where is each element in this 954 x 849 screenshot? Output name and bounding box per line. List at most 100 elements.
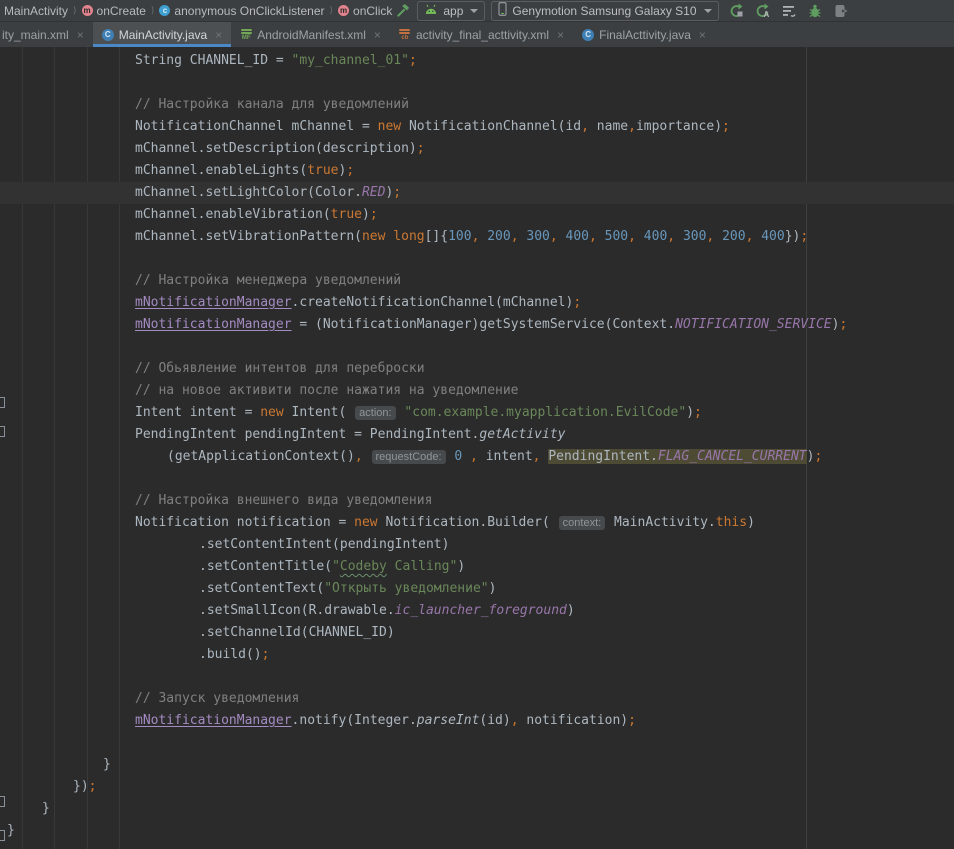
code-token: long — [393, 229, 424, 244]
code-token: .setContentText( — [199, 581, 324, 596]
code-token: new — [378, 119, 401, 134]
code-line[interactable]: NotificationChannel mChannel = new Notif… — [0, 116, 954, 138]
code-line[interactable] — [0, 72, 954, 94]
code-token: Notification notification = — [135, 515, 354, 530]
code-line[interactable]: mNotificationManager = (NotificationMana… — [0, 314, 954, 336]
code-token: mChannel.setVibrationPattern( — [135, 229, 362, 244]
build-hammer-icon[interactable] — [392, 1, 414, 21]
code-line[interactable]: } — [0, 754, 954, 776]
run-config-selector[interactable]: app — [417, 1, 485, 21]
code-token: 400 — [761, 229, 784, 244]
code-token: // Настройка канала для уведомлений — [135, 97, 409, 112]
code-token: (id) — [479, 713, 510, 728]
code-line[interactable]: // Настройка внешнего вида уведомления — [0, 490, 954, 512]
code-line[interactable]: Notification notification = new Notifica… — [0, 512, 954, 534]
code-line[interactable]: mNotificationManager.notify(Integer.pars… — [0, 710, 954, 732]
code-line[interactable] — [0, 248, 954, 270]
tab-close-icon[interactable]: × — [215, 28, 222, 42]
code-line[interactable]: .setContentIntent(pendingIntent) — [0, 534, 954, 556]
tab-close-icon[interactable]: × — [557, 28, 564, 42]
code-token: }) — [73, 779, 89, 794]
editor-tab[interactable]: CFinalActtivity.java× — [573, 22, 715, 47]
code-line[interactable]: String CHANNEL_ID = "my_channel_01"; — [0, 50, 954, 72]
code-line[interactable]: } — [0, 820, 954, 842]
code-line[interactable] — [0, 468, 954, 490]
code-token: } — [103, 757, 111, 772]
code-token: mChannel.setLightColor(Color. — [135, 185, 362, 200]
rerun-activity-icon[interactable] — [726, 1, 748, 21]
code-line[interactable]: PendingIntent pendingIntent = PendingInt… — [0, 424, 954, 446]
breadcrumb-separator-icon: ⟩ — [150, 5, 156, 16]
code-token: true — [307, 163, 338, 178]
fold-marker-icon[interactable] — [0, 397, 5, 408]
code-line[interactable] — [0, 732, 954, 754]
code-line[interactable] — [0, 666, 954, 688]
code-token: } — [7, 823, 15, 838]
code-token: .setContentIntent(pendingIntent) — [199, 537, 449, 552]
code-line[interactable]: // Настройка менеджера уведомлений — [0, 270, 954, 292]
code-line[interactable] — [0, 336, 954, 358]
debug-icon[interactable] — [804, 1, 826, 21]
code-token: NotificationChannel(id — [401, 119, 581, 134]
code-line[interactable]: mChannel.setLightColor(Color.RED); — [0, 182, 954, 204]
breadcrumb-item[interactable]: monClick — [338, 4, 392, 18]
code-token: (getApplicationContext() — [167, 449, 355, 464]
breadcrumb-item[interactable]: canonymous OnClickListener — [159, 4, 324, 18]
code-token: , — [470, 449, 486, 464]
anonymous-class-icon: c — [159, 5, 170, 16]
tab-close-icon[interactable]: × — [77, 28, 84, 42]
code-line[interactable]: mChannel.setVibrationPattern(new long[]{… — [0, 226, 954, 248]
code-token: ) — [362, 207, 370, 222]
fold-marker-icon[interactable] — [0, 426, 5, 437]
profile-icon[interactable] — [830, 1, 852, 21]
code-token: , — [628, 229, 644, 244]
code-token: 100 — [448, 229, 471, 244]
code-line[interactable]: // на новое активити после нажатия на ув… — [0, 380, 954, 402]
code-line[interactable]: .setContentText("Открыть уведомление") — [0, 578, 954, 600]
code-line[interactable]: } — [0, 798, 954, 820]
tab-close-icon[interactable]: × — [699, 28, 706, 42]
code-line[interactable]: .setChannelId(CHANNEL_ID) — [0, 622, 954, 644]
editor-tab[interactable]: cbactivity_final_acttivity.xml× — [390, 22, 573, 47]
tab-close-icon[interactable]: × — [374, 28, 381, 42]
code-token: ; — [262, 647, 270, 662]
breadcrumb-item[interactable]: MainActivity — [4, 4, 68, 18]
code-line[interactable]: .setContentTitle("Codeby Calling") — [0, 556, 954, 578]
code-line[interactable]: .setSmallIcon(R.drawable.ic_launcher_for… — [0, 600, 954, 622]
apply-code-changes-icon[interactable]: A — [752, 1, 774, 21]
code-line[interactable]: // Обьявление интентов для переброски — [0, 358, 954, 380]
code-token: new — [260, 405, 283, 420]
fold-marker-icon[interactable] — [0, 830, 5, 841]
code-line[interactable]: .build(); — [0, 644, 954, 666]
code-line[interactable]: mChannel.enableLights(true); — [0, 160, 954, 182]
code-token: ic_launcher_foreground — [395, 603, 567, 618]
code-line[interactable]: mChannel.setDescription(description); — [0, 138, 954, 160]
code-token: MainActivity. — [606, 515, 716, 530]
device-label: Genymotion Samsung Galaxy S10 — [512, 4, 696, 18]
code-line[interactable]: // Запуск уведомления — [0, 688, 954, 710]
code-line[interactable]: }); — [0, 776, 954, 798]
editor-tab[interactable]: CMainActivity.java× — [93, 22, 232, 47]
run-configurations-list-icon[interactable] — [778, 1, 800, 21]
breadcrumb-item[interactable]: monCreate — [82, 4, 146, 18]
code-token: 300 — [683, 229, 706, 244]
fold-marker-icon[interactable] — [0, 796, 5, 807]
code-editor[interactable]: String CHANNEL_ID = "my_channel_01"; // Н… — [0, 47, 954, 849]
code-token: // на новое активити после нажатия на ув… — [135, 383, 519, 398]
editor-tab[interactable]: ity_main.xml× — [0, 22, 93, 47]
code-token: ) — [567, 603, 575, 618]
code-line[interactable]: mChannel.enableVibration(true); — [0, 204, 954, 226]
code-line[interactable]: // Настройка канала для уведомлений — [0, 94, 954, 116]
code-area[interactable]: String CHANNEL_ID = "my_channel_01"; // Н… — [0, 50, 954, 842]
java-class-icon: C — [582, 29, 594, 41]
tab-label: MainActivity.java — [119, 28, 207, 42]
code-line[interactable]: (getApplicationContext(), requestCode: 0… — [0, 446, 954, 468]
code-line[interactable]: Intent intent = new Intent( action: "com… — [0, 402, 954, 424]
breadcrumb-separator-icon: ⟩ — [329, 5, 335, 16]
code-line[interactable]: mNotificationManager.createNotificationC… — [0, 292, 954, 314]
editor-tab[interactable]: MFAndroidManifest.xml× — [231, 22, 390, 47]
code-token: } — [42, 801, 50, 816]
device-selector[interactable]: Genymotion Samsung Galaxy S10 — [491, 1, 718, 21]
code-token: ; — [814, 449, 822, 464]
code-token: ; — [417, 141, 425, 156]
